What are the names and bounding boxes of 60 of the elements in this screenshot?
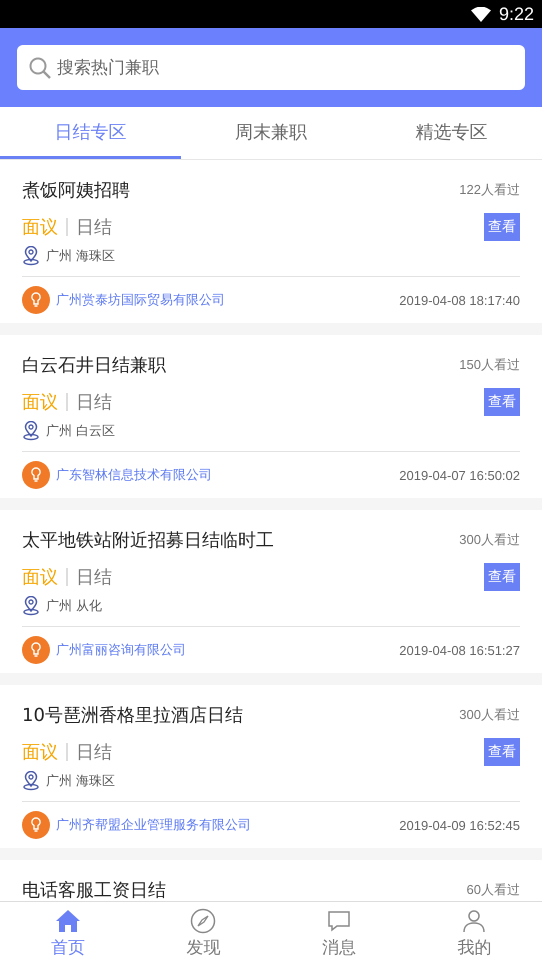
view-count: 300人看过 <box>459 531 520 549</box>
search-field[interactable]: 搜索热门兼职 <box>17 45 525 90</box>
location-text: 广州 海珠区 <box>46 772 116 790</box>
post-time: 2019-04-09 16:52:45 <box>399 818 520 832</box>
job-card[interactable]: 白云石井日结兼职 150人看过 面议 日结 查看 广州 白云区 广东智林信息技术有限公司 2019-04-07 16:50:02 <box>0 335 542 498</box>
company-link[interactable]: 广东智林信息技术有限公司 <box>56 466 212 484</box>
location-text: 广州 白云区 <box>46 422 116 440</box>
view-count: 150人看过 <box>459 356 520 374</box>
job-card[interactable]: 煮饭阿姨招聘 122人看过 面议 日结 查看 广州 海珠区 广州赏泰坊国际贸易有限公司 2019-04-08 18:17:40 <box>0 160 542 323</box>
wifi-icon <box>470 6 491 22</box>
view-button[interactable]: 查看 <box>484 388 520 416</box>
bulb-icon <box>22 636 50 664</box>
location-text: 广州 从化 <box>46 598 102 614</box>
salary-text: 面议 <box>22 741 58 764</box>
location-pin-icon <box>22 420 40 440</box>
view-count: 60人看过 <box>466 881 520 899</box>
view-count: 300人看过 <box>459 706 520 724</box>
compass-icon <box>190 908 216 934</box>
job-card[interactable]: 电话客服工资日结 60人看过 <box>0 860 542 901</box>
location-pin-icon <box>22 246 40 266</box>
nav-tab[interactable]: 我的 <box>406 902 542 964</box>
post-time: 2019-04-08 16:51:27 <box>399 642 520 658</box>
job-title: 煮饭阿姨招聘 <box>22 179 130 202</box>
person-icon <box>461 908 488 934</box>
location-text: 广州 海珠区 <box>46 248 116 264</box>
job-title: 10号琶洲香格里拉酒店日结 <box>22 704 243 727</box>
post-time: 2019-04-08 18:17:40 <box>399 292 520 308</box>
location-pin-icon <box>22 770 40 790</box>
job-title: 白云石井日结兼职 <box>22 354 166 377</box>
pay-type: 日结 <box>76 741 112 764</box>
clock: 9:22 <box>498 4 534 24</box>
pay-type: 日结 <box>76 216 112 239</box>
bulb-icon <box>22 286 50 314</box>
view-button[interactable]: 查看 <box>484 738 520 766</box>
company-link[interactable]: 广州齐帮盟企业管理服务有限公司 <box>56 816 251 834</box>
company-link[interactable]: 广州赏泰坊国际贸易有限公司 <box>56 291 225 309</box>
salary-text: 面议 <box>22 391 58 414</box>
search-icon <box>28 56 52 80</box>
nav-tab[interactable]: 消息 <box>271 902 406 964</box>
job-card[interactable]: 太平地铁站附近招募日结临时工 300人看过 面议 日结 查看 广州 从化 广州富丽咨询有限公司 2019-04-08 16:51:27 <box>0 510 542 673</box>
view-count: 122人看过 <box>459 181 520 199</box>
bulb-icon <box>22 811 50 839</box>
pay-type: 日结 <box>76 566 112 589</box>
bulb-icon <box>22 461 50 489</box>
tab[interactable]: 精选专区 <box>361 107 542 159</box>
salary-text: 面议 <box>22 216 58 239</box>
nav-tab[interactable]: 首页 <box>0 902 136 964</box>
nav-tab[interactable]: 发现 <box>136 902 271 964</box>
view-button[interactable]: 查看 <box>484 563 520 591</box>
post-time: 2019-04-07 16:50:02 <box>399 468 520 482</box>
job-card[interactable]: 10号琶洲香格里拉酒店日结 300人看过 面议 日结 查看 广州 海珠区 广州齐帮盟企业管理服务有限公司 2019-04-09 16:52:45 <box>0 685 542 848</box>
company-link[interactable]: 广州富丽咨询有限公司 <box>56 641 186 659</box>
location-pin-icon <box>22 596 40 616</box>
salary-text: 面议 <box>22 566 58 589</box>
pay-type: 日结 <box>76 391 112 414</box>
tab[interactable]: 周末兼职 <box>180 107 362 159</box>
job-title: 太平地铁站附近招募日结临时工 <box>22 529 274 552</box>
home-icon <box>54 908 81 934</box>
view-button[interactable]: 查看 <box>484 213 520 241</box>
job-title: 电话客服工资日结 <box>22 879 166 901</box>
